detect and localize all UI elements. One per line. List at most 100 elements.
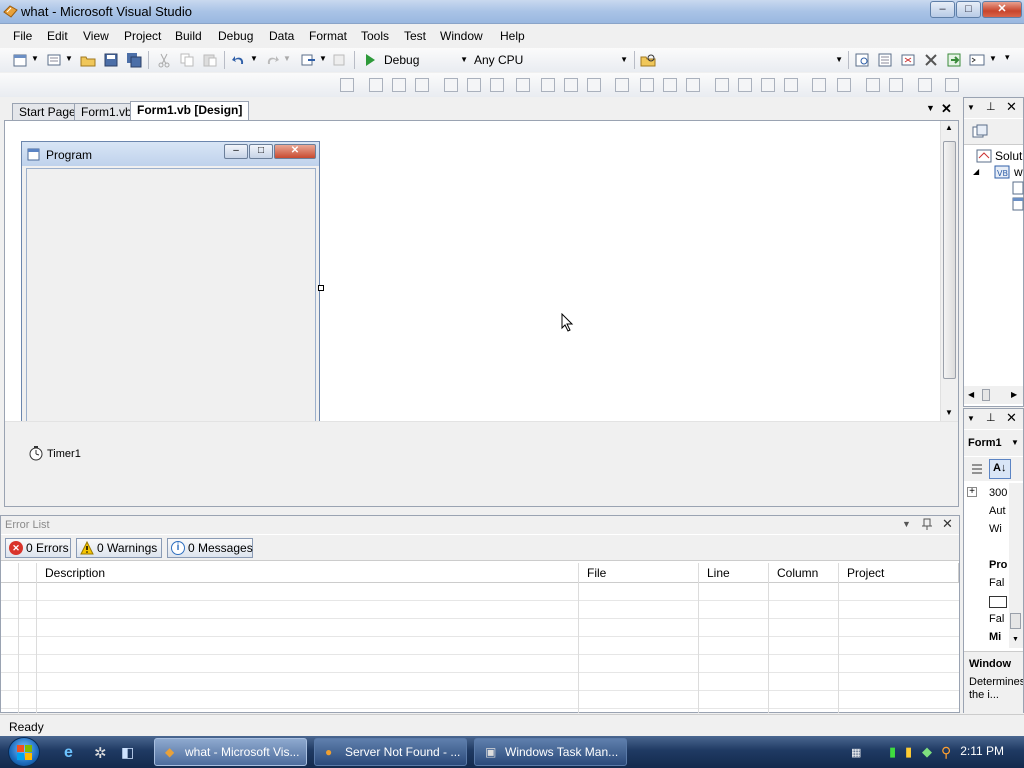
find-combo[interactable]: ▼ (660, 51, 845, 69)
categorized-icon[interactable] (969, 461, 985, 477)
paste-icon[interactable] (202, 52, 218, 68)
project-node[interactable]: w (1014, 165, 1023, 179)
property-category[interactable]: Pro (989, 559, 1007, 571)
layout-align-icon[interactable] (369, 78, 383, 92)
command-window-icon[interactable] (969, 52, 985, 68)
minimize-button[interactable]: – (930, 1, 955, 18)
add-item-icon[interactable] (46, 52, 62, 68)
layout-align-icon[interactable] (866, 78, 880, 92)
network-icon[interactable]: ▮ (905, 744, 923, 762)
layout-align-icon[interactable] (444, 78, 458, 92)
property-value[interactable]: Wi (989, 523, 1002, 535)
tray-app-icon[interactable]: ◆ (922, 744, 940, 762)
color-swatch[interactable] (989, 596, 1007, 608)
menu-build[interactable]: Build (175, 29, 202, 43)
save-icon[interactable] (103, 52, 119, 68)
object-selector[interactable]: Form1 ▼ (964, 430, 1023, 456)
toolbox-icon[interactable] (923, 52, 939, 68)
navigate-icon[interactable] (300, 52, 316, 68)
layout-align-icon[interactable] (738, 78, 752, 92)
form-program[interactable]: Program – □ ✕ (21, 141, 324, 423)
find-in-files-icon[interactable] (640, 52, 656, 68)
layout-align-icon[interactable] (837, 78, 851, 92)
column-header-file[interactable]: File (579, 563, 699, 583)
layout-align-icon[interactable] (516, 78, 530, 92)
close-panel-icon[interactable]: ✕ (1006, 99, 1017, 115)
my-project-icon[interactable] (1012, 181, 1024, 195)
task-visual-studio[interactable]: ◆ what - Microsoft Vis... (154, 738, 307, 766)
layout-align-icon[interactable] (686, 78, 700, 92)
messages-filter-button[interactable]: i 0 Messages (167, 538, 253, 558)
form-file-icon[interactable] (1012, 197, 1024, 211)
chevron-down-icon[interactable]: ▼ (283, 54, 291, 63)
designer-vertical-scrollbar[interactable]: ▲ ▼ (940, 121, 958, 421)
close-button[interactable]: ✕ (982, 1, 1022, 18)
layout-align-icon[interactable] (467, 78, 481, 92)
toolbar-overflow-icon[interactable]: ▾ (1005, 52, 1010, 63)
undo-icon[interactable] (231, 52, 247, 68)
cut-icon[interactable] (156, 52, 172, 68)
close-panel-icon[interactable]: ✕ (942, 516, 953, 532)
layout-align-icon[interactable] (541, 78, 555, 92)
menu-data[interactable]: Data (269, 29, 294, 43)
switch-windows-icon[interactable]: ◧ (121, 744, 139, 762)
layout-align-icon[interactable] (392, 78, 406, 92)
layout-align-icon[interactable] (587, 78, 601, 92)
layout-align-icon[interactable] (715, 78, 729, 92)
scroll-down-icon[interactable]: ▼ (1012, 636, 1019, 643)
timer1-label[interactable]: Timer1 (47, 448, 81, 460)
close-tab-icon[interactable]: ✕ (941, 101, 952, 117)
show-desktop-icon[interactable]: ✲ (94, 744, 112, 762)
layout-align-icon[interactable] (663, 78, 677, 92)
menu-window[interactable]: Window (440, 29, 483, 43)
close-panel-icon[interactable]: ✕ (1006, 410, 1017, 426)
start-page-icon[interactable] (946, 52, 962, 68)
search-icon[interactable]: ⚲ (941, 744, 959, 762)
timer-icon[interactable] (28, 445, 44, 461)
layout-align-icon[interactable] (889, 78, 903, 92)
property-value[interactable]: 300 (989, 487, 1007, 499)
properties-vertical-scrollbar[interactable]: ▼ (1009, 483, 1023, 648)
task-task-manager[interactable]: ▣ Windows Task Man... (474, 738, 627, 766)
panel-menu-icon[interactable]: ▼ (967, 414, 975, 423)
clock[interactable]: 2:11 PM (960, 744, 1004, 758)
design-surface[interactable]: Program – □ ✕ (5, 121, 940, 423)
property-value[interactable]: Aut (989, 505, 1006, 517)
start-button[interactable] (8, 737, 40, 767)
open-folder-icon[interactable] (80, 52, 96, 68)
chevron-down-icon[interactable]: ▼ (31, 54, 39, 63)
chevron-down-icon[interactable]: ▼ (319, 54, 327, 63)
pin-icon[interactable] (921, 518, 933, 531)
pin-icon[interactable]: ⊥ (986, 411, 996, 424)
chevron-down-icon[interactable]: ▼ (250, 54, 258, 63)
layout-align-icon[interactable] (615, 78, 629, 92)
layout-align-icon[interactable] (945, 78, 959, 92)
column-header-number[interactable] (19, 563, 37, 583)
layout-align-icon[interactable] (490, 78, 504, 92)
menu-file[interactable]: File (13, 29, 32, 43)
layout-align-icon[interactable] (640, 78, 654, 92)
tab-form1-vb[interactable]: Form1.vb (74, 103, 139, 120)
column-header-column[interactable]: Column (769, 563, 839, 583)
horizontal-scrollbar[interactable]: ◀ ▶ (964, 386, 1023, 404)
form-client-area[interactable] (26, 168, 316, 422)
expand-icon[interactable]: + (967, 487, 977, 497)
internet-explorer-icon[interactable]: e (64, 744, 82, 762)
menu-format[interactable]: Format (309, 29, 347, 43)
resize-handle[interactable] (318, 285, 324, 291)
object-browser-icon[interactable] (900, 52, 916, 68)
new-project-icon[interactable] (12, 52, 28, 68)
chevron-down-icon[interactable]: ▼ (65, 54, 73, 63)
scroll-up-icon[interactable]: ▲ (945, 123, 953, 132)
form-title-bar[interactable]: Program – □ ✕ (22, 142, 319, 166)
panel-menu-icon[interactable]: ▼ (902, 519, 911, 529)
save-all-icon[interactable] (126, 52, 142, 68)
layout-align-icon[interactable] (564, 78, 578, 92)
scrollbar-thumb[interactable] (943, 141, 956, 379)
menu-test[interactable]: Test (404, 29, 426, 43)
scroll-right-icon[interactable]: ▶ (1011, 390, 1017, 399)
chevron-down-icon[interactable]: ▼ (989, 54, 997, 63)
layout-align-icon[interactable] (761, 78, 775, 92)
layout-align-icon[interactable] (812, 78, 826, 92)
navigate-forward-icon[interactable] (332, 52, 348, 68)
